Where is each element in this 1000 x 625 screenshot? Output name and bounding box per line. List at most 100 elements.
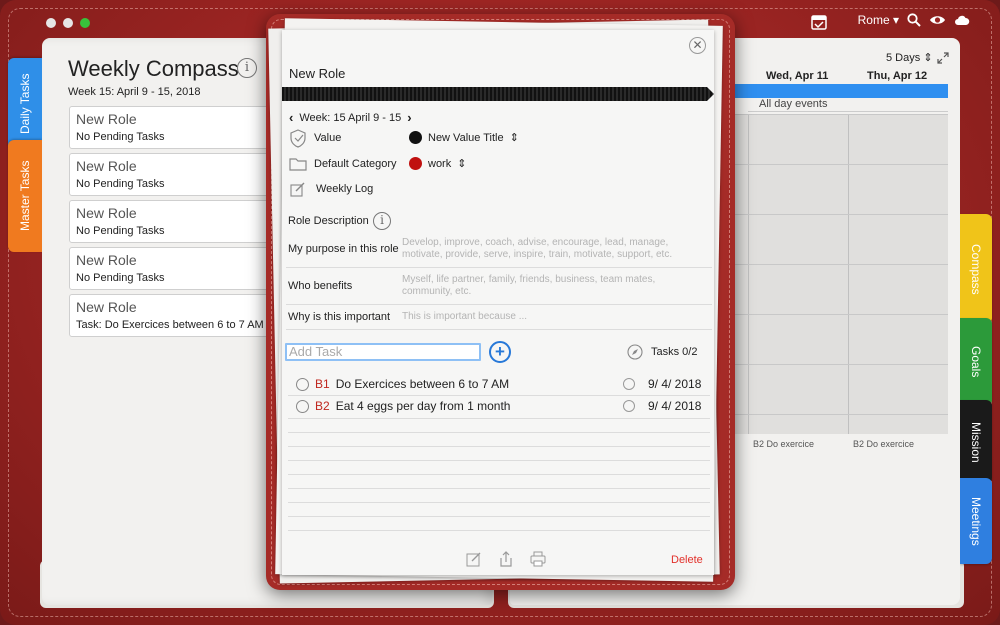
cloud-icon[interactable] bbox=[954, 15, 970, 26]
task-date: 9/ 4/ 2018 bbox=[648, 399, 702, 413]
eye-icon[interactable] bbox=[929, 14, 946, 26]
tab-compass[interactable]: Compass bbox=[960, 214, 992, 324]
role-status: No Pending Tasks bbox=[76, 131, 165, 143]
ruled-line bbox=[288, 460, 710, 461]
info-icon[interactable]: i bbox=[373, 212, 391, 230]
info-icon[interactable]: i bbox=[237, 58, 257, 78]
tab-master-tasks[interactable]: Master Tasks bbox=[8, 140, 42, 252]
calendar-check-icon[interactable] bbox=[811, 13, 827, 30]
who-benefits-label: Who benefits bbox=[288, 280, 353, 292]
updown-chevron-icon: ⇕ bbox=[923, 52, 933, 64]
calendar-event[interactable]: B2 Do exercice bbox=[853, 439, 914, 449]
window-controls bbox=[46, 18, 90, 28]
updown-chevron-icon: ⇕ bbox=[509, 132, 519, 144]
weekly-log-button[interactable]: Weekly Log bbox=[316, 183, 373, 195]
all-day-events: All day events bbox=[748, 98, 948, 112]
role-description-label: Role Description bbox=[288, 215, 369, 227]
task-code: B2 bbox=[315, 399, 330, 413]
value-label: Value bbox=[314, 132, 342, 144]
importance-label: Why is this important bbox=[288, 311, 391, 323]
tab-master-tasks-label: Master Tasks bbox=[18, 160, 32, 232]
shield-icon bbox=[290, 129, 306, 148]
days-selector-label: 5 Days bbox=[886, 52, 921, 64]
minimize-window-button[interactable] bbox=[63, 18, 73, 28]
search-icon[interactable] bbox=[907, 13, 921, 27]
page-title: Weekly Compass bbox=[68, 56, 239, 81]
chevron-left-icon[interactable]: ‹ bbox=[289, 110, 293, 125]
task-checkbox[interactable] bbox=[296, 377, 309, 391]
role-name: New Role bbox=[76, 299, 137, 315]
role-status: Task: Do Exercices between 6 to 7 AM bbox=[76, 319, 264, 331]
ruled-line bbox=[288, 418, 710, 419]
role-status: No Pending Tasks bbox=[76, 178, 165, 190]
delete-button[interactable]: Delete bbox=[671, 554, 703, 566]
menubar-right: Rome ▾ bbox=[858, 13, 970, 27]
modal-title[interactable]: New Role bbox=[289, 66, 345, 81]
task-text: Eat 4 eggs per day from 1 month bbox=[335, 399, 511, 413]
role-name: New Role bbox=[76, 252, 137, 268]
category-label: Default Category bbox=[314, 158, 397, 170]
purpose-label: My purpose in this role bbox=[288, 243, 399, 255]
role-card[interactable]: New Role Task: Do Exercices between 6 to … bbox=[69, 294, 269, 337]
role-card[interactable]: New Role No Pending Tasks bbox=[69, 153, 269, 196]
compass-icon[interactable] bbox=[623, 378, 635, 390]
compass-icon[interactable] bbox=[623, 400, 635, 412]
task-text: Do Exercices between 6 to 7 AM bbox=[335, 377, 510, 391]
compass-icon bbox=[627, 344, 643, 360]
ruled-line bbox=[288, 432, 710, 433]
share-icon[interactable] bbox=[498, 551, 514, 567]
task-checkbox[interactable] bbox=[296, 399, 309, 413]
tab-meetings[interactable]: Meetings bbox=[960, 478, 992, 564]
tab-compass-label: Compass bbox=[969, 243, 983, 295]
tab-daily-tasks[interactable]: Daily Tasks bbox=[8, 58, 42, 150]
task-code: B1 bbox=[315, 377, 330, 391]
calendar-event[interactable]: B2 Do exercice bbox=[753, 439, 814, 449]
add-task-button[interactable]: + bbox=[489, 341, 511, 363]
week-navigator: ‹ Week: 15 April 9 - 15 › bbox=[289, 110, 412, 125]
role-card[interactable]: New Role No Pending Tasks bbox=[69, 247, 269, 290]
purpose-field[interactable]: Develop, improve, coach, advise, encoura… bbox=[402, 237, 692, 261]
task-row[interactable]: B2 Eat 4 eggs per day from 1 month 9/ 4/… bbox=[296, 396, 708, 416]
note-icon[interactable] bbox=[466, 551, 482, 567]
days-selector[interactable]: 5 Days ⇕ bbox=[886, 51, 933, 64]
edit-icon bbox=[290, 182, 305, 197]
role-card[interactable]: New Role No Pending Tasks bbox=[69, 200, 269, 243]
tab-goals[interactable]: Goals bbox=[960, 318, 992, 406]
category-color-dot bbox=[409, 157, 422, 170]
tab-mission[interactable]: Mission bbox=[960, 400, 992, 484]
tab-meetings-label: Meetings bbox=[969, 496, 983, 546]
calendar-grid[interactable] bbox=[735, 114, 948, 434]
add-task-input[interactable]: Add Task bbox=[285, 343, 481, 361]
folder-icon bbox=[289, 158, 307, 171]
ruled-line bbox=[288, 446, 710, 447]
who-benefits-field[interactable]: Myself, life partner, family, friends, b… bbox=[402, 274, 692, 298]
print-icon[interactable] bbox=[530, 551, 546, 567]
ruled-line bbox=[288, 530, 710, 531]
role-name: New Role bbox=[76, 111, 137, 127]
role-status: No Pending Tasks bbox=[76, 272, 165, 284]
role-name: New Role bbox=[76, 158, 137, 174]
divider bbox=[286, 304, 712, 305]
task-row[interactable]: B1 Do Exercices between 6 to 7 AM 9/ 4/ … bbox=[296, 374, 708, 394]
ruled-line bbox=[288, 516, 710, 517]
zoom-window-button[interactable] bbox=[80, 18, 90, 28]
importance-field[interactable]: This is important because ... bbox=[402, 311, 692, 323]
day-header: Thu, Apr 12 bbox=[867, 70, 928, 82]
close-window-button[interactable] bbox=[46, 18, 56, 28]
value-selector[interactable]: New Value Title ⇕ bbox=[409, 131, 519, 144]
role-status: No Pending Tasks bbox=[76, 225, 165, 237]
tab-goals-label: Goals bbox=[969, 346, 983, 378]
chevron-right-icon[interactable]: › bbox=[407, 110, 411, 125]
category-text: work bbox=[428, 157, 452, 170]
role-name: New Role bbox=[76, 205, 137, 221]
tasks-count: Tasks 0/2 bbox=[651, 346, 698, 358]
task-date: 9/ 4/ 2018 bbox=[648, 377, 702, 391]
value-color-dot bbox=[409, 131, 422, 144]
category-selector[interactable]: work ⇕ bbox=[409, 157, 466, 170]
role-card[interactable]: New Role No Pending Tasks bbox=[69, 106, 269, 149]
value-text: New Value Title bbox=[428, 131, 504, 144]
expand-icon[interactable] bbox=[937, 52, 949, 64]
close-modal-button[interactable]: ✕ bbox=[689, 37, 706, 54]
city-selector[interactable]: Rome ▾ bbox=[858, 13, 899, 27]
tab-mission-label: Mission bbox=[969, 421, 983, 463]
